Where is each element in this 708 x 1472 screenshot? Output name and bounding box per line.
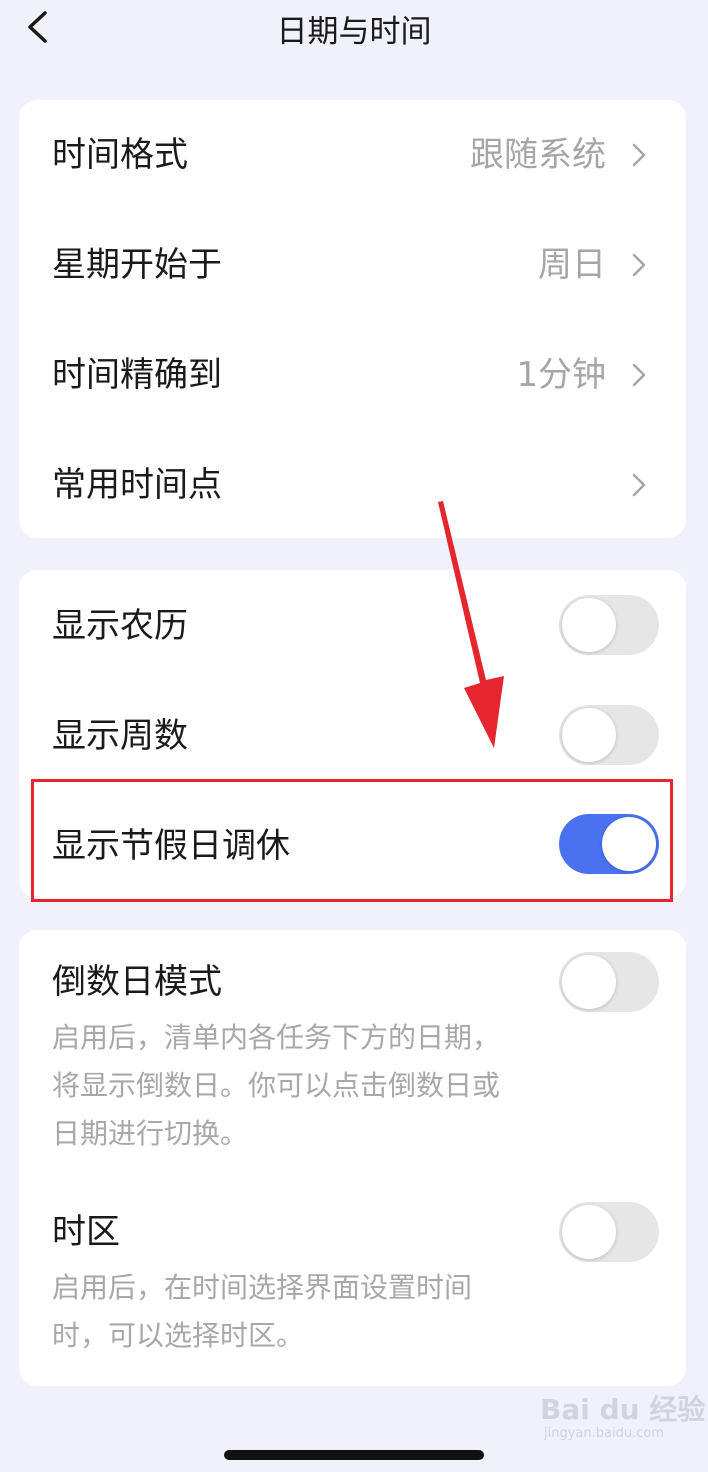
- settings-group-advanced: 倒数日模式 启用后，清单内各任务下方的日期，将显示倒数日。你可以点击倒数日或日期…: [19, 930, 686, 1386]
- toggle-show-lunar[interactable]: [559, 595, 659, 655]
- row-label: 显示农历: [52, 606, 188, 646]
- row-label: 时区: [52, 1212, 120, 1252]
- row-show-week-number: 显示周数: [19, 680, 686, 790]
- toggle-show-week-number[interactable]: [559, 705, 659, 765]
- row-description: 启用后，清单内各任务下方的日期，将显示倒数日。你可以点击倒数日或日期进行切换。: [52, 1021, 501, 1150]
- watermark-logo: Bai du 经验 jingyan.baidu.com: [540, 1388, 705, 1458]
- row-value: 1分钟: [516, 355, 606, 395]
- toggle-show-holiday-adjust[interactable]: [559, 814, 659, 874]
- page-title: 日期与时间: [276, 14, 432, 50]
- row-label: 时间格式: [52, 135, 188, 175]
- row-label: 倒数日模式: [52, 962, 222, 1002]
- home-indicator[interactable]: [224, 1450, 484, 1460]
- row-label: 显示节假日调休: [52, 826, 290, 866]
- settings-group-general: 时间格式 跟随系统 星期开始于 周日 时间精确到 1分钟 常用时间点: [19, 100, 686, 538]
- row-time-format[interactable]: 时间格式 跟随系统: [19, 100, 686, 210]
- row-common-times[interactable]: 常用时间点: [19, 430, 686, 538]
- chevron-right-icon: [632, 363, 646, 387]
- row-timezone: 时区 启用后，在时间选择界面设置时间时，可以选择时区。: [19, 1180, 686, 1386]
- toggle-countdown-mode[interactable]: [559, 952, 659, 1012]
- row-label: 星期开始于: [52, 245, 222, 285]
- chevron-right-icon: [632, 253, 646, 277]
- settings-group-display: 显示农历 显示周数 显示节假日调休: [19, 570, 686, 898]
- watermark-main: Bai du 经验: [540, 1393, 706, 1426]
- row-value: 周日: [538, 245, 606, 285]
- row-show-lunar: 显示农历: [19, 570, 686, 680]
- row-week-start[interactable]: 星期开始于 周日: [19, 210, 686, 320]
- toggle-timezone[interactable]: [559, 1202, 659, 1262]
- toggle-knob: [562, 955, 616, 1009]
- row-description: 启用后，在时间选择界面设置时间时，可以选择时区。: [52, 1271, 473, 1352]
- toggle-knob: [562, 708, 616, 762]
- toggle-knob: [562, 598, 616, 652]
- chevron-right-icon: [632, 473, 646, 497]
- toggle-knob: [602, 817, 656, 871]
- header-bar: 日期与时间: [0, 0, 708, 56]
- toggle-knob: [562, 1205, 616, 1259]
- watermark-sub: jingyan.baidu.com: [544, 1426, 664, 1441]
- row-value: 跟随系统: [470, 135, 606, 175]
- row-label: 常用时间点: [52, 465, 222, 505]
- chevron-right-icon: [632, 143, 646, 167]
- row-show-holiday-adjust: 显示节假日调休: [19, 790, 686, 898]
- row-label: 时间精确到: [52, 355, 222, 395]
- row-countdown-mode: 倒数日模式 启用后，清单内各任务下方的日期，将显示倒数日。你可以点击倒数日或日期…: [19, 930, 686, 1180]
- row-time-precision[interactable]: 时间精确到 1分钟: [19, 320, 686, 430]
- annotation-arrow: [438, 501, 504, 748]
- row-label: 显示周数: [52, 716, 188, 756]
